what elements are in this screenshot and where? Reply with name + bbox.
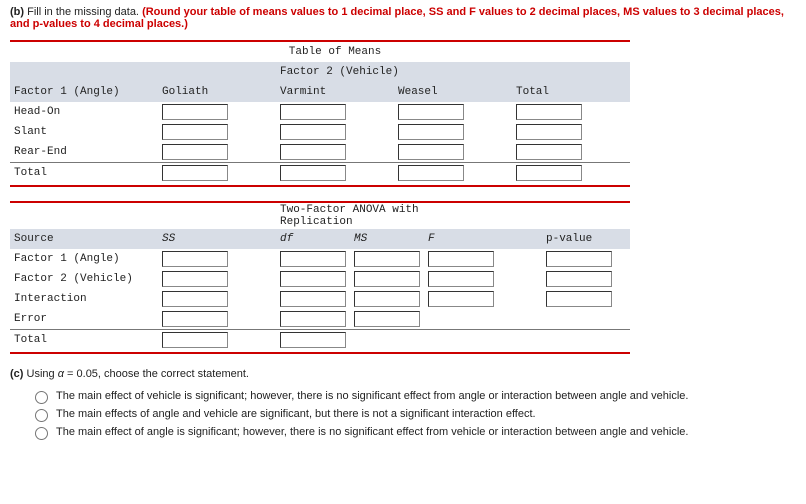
input-f2-ms[interactable]: [354, 271, 420, 287]
input-headon-goliath[interactable]: [162, 104, 228, 120]
input-total-total[interactable]: [516, 165, 582, 181]
input-f1-ms[interactable]: [354, 251, 420, 267]
part-c: (c) Using α = 0.05, choose the correct s…: [10, 368, 796, 440]
input-f2-ss[interactable]: [162, 271, 228, 287]
factor1-header: Factor 1 (Angle): [10, 82, 158, 102]
col-weasel: Weasel: [394, 82, 512, 102]
part-b-label: (b): [10, 6, 24, 18]
input-int-ms[interactable]: [354, 291, 420, 307]
row-factor2: Factor 2 (Vehicle): [10, 269, 158, 289]
input-rearend-total[interactable]: [516, 144, 582, 160]
options-group: The main effect of vehicle is significan…: [30, 390, 796, 440]
input-headon-weasel[interactable]: [398, 104, 464, 120]
input-f1-pv[interactable]: [546, 251, 612, 267]
radio-2[interactable]: [35, 409, 48, 422]
anova-table: Two-Factor ANOVA with Replication Source…: [10, 201, 630, 354]
anova-table-wrap: Two-Factor ANOVA with Replication Source…: [10, 201, 796, 354]
radio-3[interactable]: [35, 427, 48, 440]
col-goliath: Goliath: [158, 82, 276, 102]
col-ss: SS: [158, 229, 276, 249]
input-f2-df[interactable]: [280, 271, 346, 287]
row-total: Total: [10, 163, 158, 184]
input-headon-varmint[interactable]: [280, 104, 346, 120]
input-int-ss[interactable]: [162, 291, 228, 307]
row-rearend: Rear-End: [10, 142, 158, 163]
input-slant-goliath[interactable]: [162, 124, 228, 140]
col-ms: MS: [350, 229, 424, 249]
input-tot-df[interactable]: [280, 332, 346, 348]
option-3[interactable]: The main effect of angle is significant;…: [30, 426, 796, 440]
input-int-pv[interactable]: [546, 291, 612, 307]
part-b-instructions: (b) Fill in the missing data. (Round you…: [10, 6, 796, 30]
col-varmint: Varmint: [276, 82, 394, 102]
input-int-df[interactable]: [280, 291, 346, 307]
input-slant-total[interactable]: [516, 124, 582, 140]
factor2-header: Factor 2 (Vehicle): [276, 62, 512, 82]
col-df: df: [276, 229, 350, 249]
input-rearend-varmint[interactable]: [280, 144, 346, 160]
row-factor1: Factor 1 (Angle): [10, 249, 158, 269]
means-title: Table of Means: [276, 41, 394, 62]
row-slant: Slant: [10, 122, 158, 142]
input-err-df[interactable]: [280, 311, 346, 327]
col-total: Total: [512, 82, 630, 102]
option-1[interactable]: The main effect of vehicle is significan…: [30, 390, 796, 404]
input-err-ms[interactable]: [354, 311, 420, 327]
input-f1-df[interactable]: [280, 251, 346, 267]
anova-title: Two-Factor ANOVA with Replication: [276, 202, 424, 229]
input-f1-f[interactable]: [428, 251, 494, 267]
row-interaction: Interaction: [10, 289, 158, 309]
option-3-text: The main effect of angle is significant;…: [56, 426, 688, 438]
input-slant-varmint[interactable]: [280, 124, 346, 140]
input-total-weasel[interactable]: [398, 165, 464, 181]
input-int-f[interactable]: [428, 291, 494, 307]
input-total-goliath[interactable]: [162, 165, 228, 181]
input-slant-weasel[interactable]: [398, 124, 464, 140]
input-rearend-weasel[interactable]: [398, 144, 464, 160]
col-f: F: [424, 229, 542, 249]
option-2-text: The main effects of angle and vehicle ar…: [56, 408, 536, 420]
input-err-ss[interactable]: [162, 311, 228, 327]
input-headon-total[interactable]: [516, 104, 582, 120]
input-rearend-goliath[interactable]: [162, 144, 228, 160]
radio-1[interactable]: [35, 391, 48, 404]
input-f1-ss[interactable]: [162, 251, 228, 267]
part-c-lead: Using α = 0.05, choose the correct state…: [27, 368, 249, 380]
anova-source-header: Source: [10, 229, 158, 249]
row-headon: Head-On: [10, 102, 158, 122]
col-pvalue: p-value: [542, 229, 630, 249]
input-f2-pv[interactable]: [546, 271, 612, 287]
means-table: Table of Means Factor 2 (Vehicle) Factor…: [10, 40, 630, 187]
means-table-wrap: Table of Means Factor 2 (Vehicle) Factor…: [10, 40, 796, 187]
input-total-varmint[interactable]: [280, 165, 346, 181]
row-total-anova: Total: [10, 330, 158, 351]
row-error: Error: [10, 309, 158, 330]
option-1-text: The main effect of vehicle is significan…: [56, 390, 688, 402]
input-f2-f[interactable]: [428, 271, 494, 287]
part-c-label: (c): [10, 368, 23, 380]
option-2[interactable]: The main effects of angle and vehicle ar…: [30, 408, 796, 422]
input-tot-ss[interactable]: [162, 332, 228, 348]
part-b-lead: Fill in the missing data.: [27, 6, 139, 18]
